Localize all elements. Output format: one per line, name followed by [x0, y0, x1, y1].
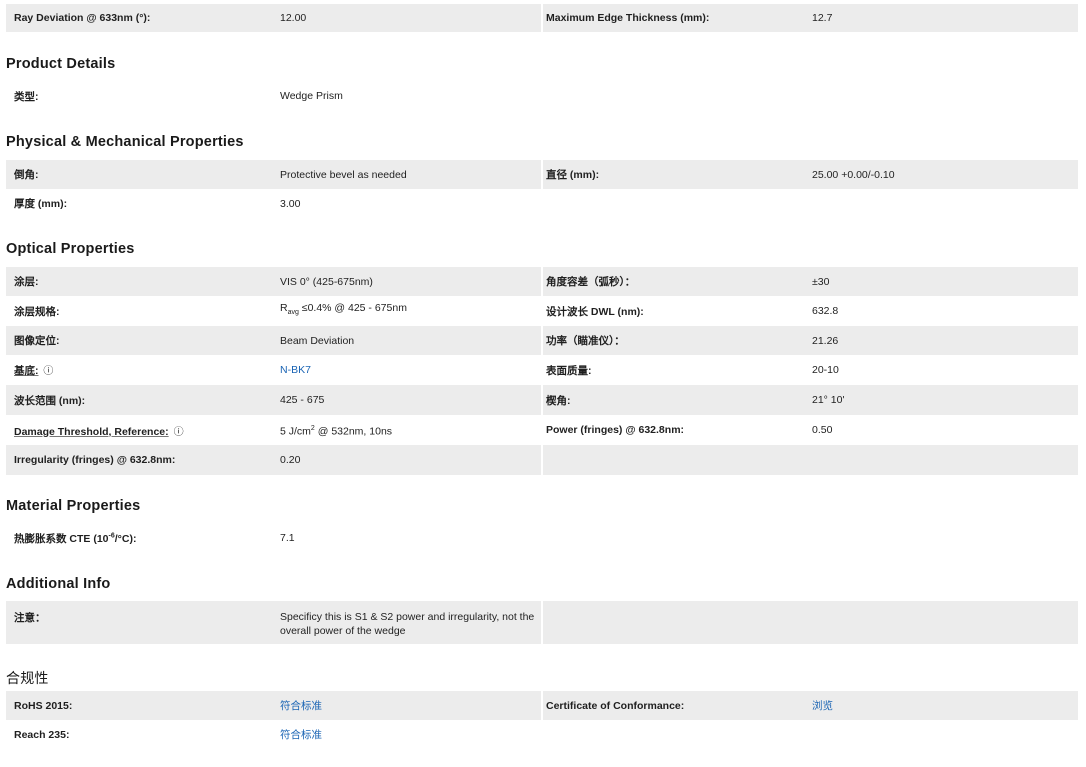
spec-value: 425 - 675	[280, 394, 325, 406]
spec-label: Maximum Edge Thickness (mm):	[546, 12, 710, 24]
spec-label: 基底: ⓘ	[6, 362, 272, 378]
spec-value: 0.20	[280, 454, 301, 466]
spec-label: 厚度 (mm):	[14, 198, 68, 210]
spec-row: 热膨胀系数 CTE (10-6/°C): 7.1	[6, 524, 1078, 552]
column-divider	[541, 385, 543, 415]
spec-row: 涂层规格: Ravg ≤0.4% @ 425 - 675nm 设计波长 DWL …	[6, 296, 1078, 326]
reach-link[interactable]: 符合标准	[280, 729, 322, 741]
spec-label: 涂层:	[14, 276, 39, 288]
info-icon[interactable]: ⓘ	[174, 427, 184, 438]
spec-label-text: 热膨胀系数 CTE (10	[14, 532, 109, 545]
spec-value: VIS 0° (425-675nm)	[280, 275, 373, 288]
spec-row: 图像定位: Beam Deviation 功率（瞄准仪）： 21.26	[6, 326, 1078, 355]
spec-row: Damage Threshold, Reference: ⓘ 5 J/cm2 @…	[6, 415, 1078, 445]
spec-value: 20-10	[812, 364, 839, 376]
spec-value-text: 5 J/cm	[280, 425, 311, 438]
spec-label: 热膨胀系数 CTE (10-6/°C):	[6, 531, 272, 546]
spec-value: 25.00 +0.00/-0.10	[812, 168, 895, 181]
note-line: overall power of the wedge	[280, 625, 406, 637]
spec-value-text: @ 532nm, 10ns	[314, 425, 393, 438]
section-heading-optical: Optical Properties	[6, 241, 135, 257]
spec-value: 12.00	[280, 12, 307, 24]
spec-row: 类型: Wedge Prism	[6, 82, 1078, 110]
note-line: Specificy this is S1 & S2 power and irre…	[280, 611, 535, 623]
spec-label: 直径 (mm):	[546, 169, 600, 181]
spec-value: 浏览	[804, 698, 1078, 713]
spec-value: 符合标准	[272, 728, 538, 742]
spec-label: 图像定位:	[14, 335, 60, 347]
spec-label: 倒角:	[14, 169, 39, 181]
column-divider	[541, 445, 543, 475]
spec-row: 厚度 (mm): 3.00	[6, 189, 1078, 218]
spec-label: 楔角:	[546, 394, 571, 407]
coc-browse-link[interactable]: 浏览	[812, 700, 833, 712]
spec-row: RoHS 2015: 符合标准 Certificate of Conforman…	[6, 691, 1078, 720]
section-heading-material: Material Properties	[6, 498, 141, 514]
spec-value: 5 J/cm2 @ 532nm, 10ns	[272, 422, 538, 439]
spec-label: 涂层规格:	[14, 305, 60, 318]
spec-label: Power (fringes) @ 632.8nm:	[546, 424, 685, 436]
section-heading-product-details: Product Details	[6, 56, 116, 72]
spec-value: Protective bevel as needed	[280, 168, 407, 181]
spec-value: Ravg ≤0.4% @ 425 - 675nm	[272, 301, 538, 320]
spec-label: Reach 235:	[14, 729, 70, 741]
info-icon[interactable]: ⓘ	[43, 366, 53, 377]
spec-value: Beam Deviation	[280, 334, 355, 347]
damage-label-text: Damage Threshold, Reference:	[14, 425, 169, 438]
spec-value-text: ≤0.4% @ 425 - 675nm	[298, 302, 407, 315]
spec-value: Specificy this is S1 & S2 power and irre…	[272, 601, 538, 638]
column-divider	[541, 691, 543, 720]
spec-label: 功率（瞄准仪）：	[546, 335, 625, 347]
spec-row: Reach 235: 符合标准	[6, 720, 1078, 750]
spec-value: 3.00	[280, 197, 301, 210]
spec-value: 0.50	[812, 424, 833, 436]
substrate-label-text: 基底:	[14, 365, 39, 377]
spec-row: Ray Deviation @ 633nm (°): 12.00 Maximum…	[6, 4, 1078, 32]
spec-row: 波长范围 (nm): 425 - 675 楔角: 21° 10'	[6, 385, 1078, 415]
spec-label: Certificate of Conformance:	[546, 699, 685, 712]
spec-label: 表面质量:	[546, 364, 592, 377]
column-divider	[541, 267, 543, 296]
spec-value: Wedge Prism	[280, 90, 343, 102]
spec-value: 21° 10'	[812, 394, 845, 406]
rohs-link[interactable]: 符合标准	[280, 700, 322, 712]
spec-row: 涂层: VIS 0° (425-675nm) 角度容差（弧秒）： ±30	[6, 267, 1078, 296]
spec-row: 注意： Specificy this is S1 & S2 power and …	[6, 601, 1078, 644]
spec-label: 角度容差（弧秒）：	[546, 276, 636, 288]
spec-value: ±30	[812, 275, 830, 288]
spec-label: Damage Threshold, Reference: ⓘ	[6, 423, 272, 438]
spec-value: N-BK7	[272, 363, 538, 377]
spec-label: 注意：	[14, 612, 46, 624]
spec-label: RoHS 2015:	[14, 699, 73, 712]
spec-label: 波长范围 (nm):	[14, 394, 86, 407]
spec-row: Irregularity (fringes) @ 632.8nm: 0.20	[6, 445, 1078, 475]
spec-value: 12.7	[812, 12, 833, 24]
spec-value: 632.8	[812, 305, 839, 317]
spec-row: 基底: ⓘ N-BK7 表面质量: 20-10	[6, 355, 1078, 385]
spec-label-text: /°C):	[114, 532, 137, 545]
spec-label: Irregularity (fringes) @ 632.8nm:	[14, 454, 176, 466]
section-heading-additional: Additional Info	[6, 576, 111, 592]
spec-row: 倒角: Protective bevel as needed 直径 (mm): …	[6, 160, 1078, 189]
spec-value-subscript: avg	[287, 309, 299, 317]
spec-value: 21.26	[812, 334, 839, 347]
spec-value: 符合标准	[272, 699, 538, 713]
column-divider	[541, 160, 543, 189]
column-divider	[541, 326, 543, 355]
spec-label: Ray Deviation @ 633nm (°):	[14, 12, 151, 24]
spec-page: Ray Deviation @ 633nm (°): 12.00 Maximum…	[0, 0, 1086, 767]
spec-value-r: R	[280, 302, 288, 315]
substrate-link[interactable]: N-BK7	[280, 364, 311, 376]
spec-label: 类型:	[14, 90, 39, 103]
spec-label: 设计波长 DWL (nm):	[546, 305, 644, 318]
section-heading-physical: Physical & Mechanical Properties	[6, 134, 244, 150]
column-divider	[541, 4, 543, 32]
spec-value: 7.1	[280, 532, 295, 544]
section-heading-compliance: 合规性	[6, 670, 49, 686]
column-divider	[541, 601, 543, 644]
